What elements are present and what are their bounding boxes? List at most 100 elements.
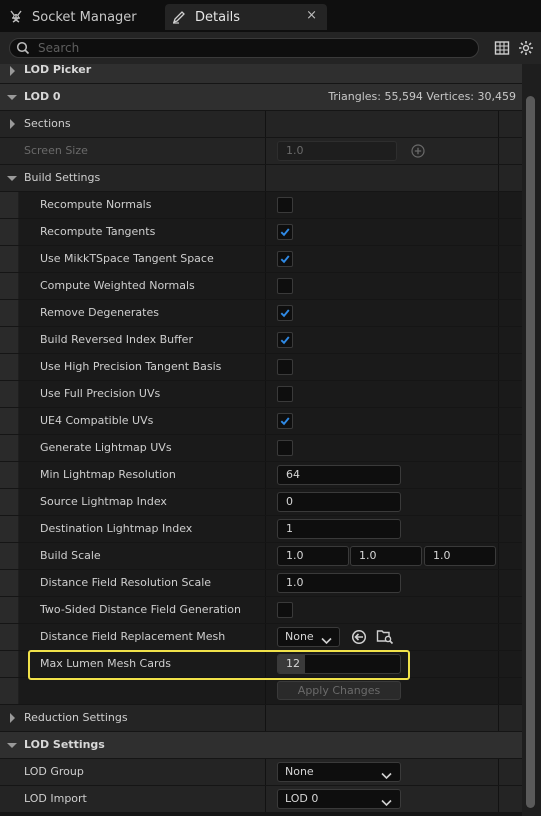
row-two-sided-df: Two-Sided Distance Field Generation bbox=[0, 597, 522, 624]
apply-changes-button[interactable]: Apply Changes bbox=[277, 681, 401, 700]
browse-asset-icon[interactable] bbox=[376, 628, 394, 648]
checkbox[interactable] bbox=[277, 251, 293, 267]
row-label: Generate Lightmap UVs bbox=[40, 441, 172, 454]
pencil-icon bbox=[171, 9, 187, 25]
row-label: Destination Lightmap Index bbox=[40, 522, 193, 535]
row-label: Use High Precision Tangent Basis bbox=[40, 360, 222, 373]
tab-label: Socket Manager bbox=[32, 9, 137, 25]
row-label: LOD Group bbox=[24, 765, 84, 778]
tab-details[interactable]: Details × bbox=[165, 4, 327, 30]
row-df-replacement-mesh: Distance Field Replacement Mesh None bbox=[0, 624, 522, 651]
category-lod-picker[interactable]: LOD Picker bbox=[0, 64, 522, 84]
expand-arrow-icon[interactable] bbox=[10, 66, 15, 76]
row-recompute-tangents: Recompute Tangents bbox=[0, 219, 522, 246]
row-screen-size: Screen Size 1.0 bbox=[0, 138, 522, 165]
dropdown-value: None bbox=[285, 630, 314, 643]
build-scale-z-field[interactable]: 1.0 bbox=[424, 546, 496, 566]
tab-socket-manager[interactable]: Socket Manager bbox=[4, 4, 166, 30]
row-label: Use Full Precision UVs bbox=[40, 387, 161, 400]
dropdown-value: None bbox=[285, 765, 314, 778]
collapse-arrow-icon[interactable] bbox=[7, 95, 17, 100]
row-weighted-normals: Compute Weighted Normals bbox=[0, 273, 522, 300]
search-icon bbox=[16, 41, 30, 58]
row-label: Distance Field Resolution Scale bbox=[40, 576, 212, 589]
expand-arrow-icon[interactable] bbox=[10, 713, 15, 723]
row-label: Distance Field Replacement Mesh bbox=[40, 630, 226, 643]
search-placeholder: Search bbox=[38, 41, 80, 55]
category-lod-settings[interactable]: LOD Settings bbox=[0, 732, 522, 759]
settings-gear-icon[interactable] bbox=[518, 40, 534, 59]
row-label: Source Lightmap Index bbox=[40, 495, 167, 508]
row-dest-lightmap-index: Destination Lightmap Index 1 bbox=[0, 516, 522, 543]
checkbox[interactable] bbox=[277, 278, 293, 294]
tab-bar: Socket Manager Details × bbox=[0, 0, 541, 32]
row-label: UE4 Compatible UVs bbox=[40, 414, 154, 427]
row-remove-degenerates: Remove Degenerates bbox=[0, 300, 522, 327]
lod-import-dropdown[interactable]: LOD 0 bbox=[277, 789, 401, 809]
row-source-lightmap-index: Source Lightmap Index 0 bbox=[0, 489, 522, 516]
row-label: Compute Weighted Normals bbox=[40, 279, 195, 292]
tab-label: Details bbox=[195, 9, 241, 25]
row-label: Recompute Tangents bbox=[40, 225, 156, 238]
row-label: Remove Degenerates bbox=[40, 306, 159, 319]
chevron-down-icon bbox=[381, 768, 392, 786]
row-lod-import: LOD Import LOD 0 bbox=[0, 786, 522, 813]
add-circle-icon[interactable] bbox=[411, 144, 425, 161]
row-label: Reduction Settings bbox=[24, 711, 128, 724]
number-field[interactable]: 0 bbox=[277, 492, 401, 512]
row-label: Build Scale bbox=[40, 549, 101, 562]
checkbox[interactable] bbox=[277, 197, 293, 213]
scrollbar-thumb[interactable] bbox=[526, 96, 535, 808]
number-field[interactable]: 1.0 bbox=[277, 573, 401, 593]
use-selected-asset-icon[interactable] bbox=[351, 629, 367, 648]
checkbox[interactable] bbox=[277, 440, 293, 456]
checkbox[interactable] bbox=[277, 305, 293, 321]
checkbox[interactable] bbox=[277, 359, 293, 375]
collapse-arrow-icon[interactable] bbox=[7, 743, 17, 748]
expand-arrow-icon[interactable] bbox=[10, 119, 15, 129]
row-label: Min Lightmap Resolution bbox=[40, 468, 176, 481]
category-label: LOD Settings bbox=[24, 738, 105, 751]
row-label: Build Reversed Index Buffer bbox=[40, 333, 193, 346]
row-df-res-scale: Distance Field Resolution Scale 1.0 bbox=[0, 570, 522, 597]
category-label: LOD Picker bbox=[24, 64, 92, 76]
row-label: LOD Import bbox=[24, 792, 87, 805]
build-scale-y-field[interactable]: 1.0 bbox=[350, 546, 422, 566]
category-reduction-settings[interactable]: Reduction Settings bbox=[0, 705, 522, 732]
checkbox[interactable] bbox=[277, 602, 293, 618]
chevron-down-icon bbox=[381, 795, 392, 813]
number-field[interactable]: 1 bbox=[277, 519, 401, 539]
row-apply-changes: Apply Changes bbox=[0, 678, 522, 705]
number-field[interactable]: 64 bbox=[277, 465, 401, 485]
checkbox[interactable] bbox=[277, 413, 293, 429]
row-label: Sections bbox=[24, 117, 71, 130]
search-row: Search bbox=[0, 32, 541, 64]
row-label: Two-Sided Distance Field Generation bbox=[40, 603, 241, 616]
checkbox[interactable] bbox=[277, 224, 293, 240]
replacement-mesh-dropdown[interactable]: None bbox=[277, 627, 340, 647]
row-gen-lightmap-uvs: Generate Lightmap UVs bbox=[0, 435, 522, 462]
row-label: Build Settings bbox=[24, 171, 101, 184]
checkbox[interactable] bbox=[277, 386, 293, 402]
category-build-settings[interactable]: Build Settings bbox=[0, 165, 522, 192]
row-full-precision-uvs: Use Full Precision UVs bbox=[0, 381, 522, 408]
row-label: Use MikkTSpace Tangent Space bbox=[40, 252, 214, 265]
close-icon[interactable]: × bbox=[306, 8, 317, 23]
search-input[interactable]: Search bbox=[9, 38, 479, 58]
chevron-down-icon bbox=[321, 633, 332, 651]
lod-group-dropdown[interactable]: None bbox=[277, 762, 401, 782]
category-lod-0[interactable]: LOD 0 Triangles: 55,594 Vertices: 30,459 bbox=[0, 84, 522, 111]
grid-view-icon[interactable] bbox=[494, 40, 510, 59]
row-lod-group: LOD Group None bbox=[0, 759, 522, 786]
row-mikkt: Use MikkTSpace Tangent Space bbox=[0, 246, 522, 273]
build-scale-x-field[interactable]: 1.0 bbox=[277, 546, 349, 566]
dropdown-value: LOD 0 bbox=[285, 792, 319, 805]
row-reversed-index: Build Reversed Index Buffer bbox=[0, 327, 522, 354]
collapse-arrow-icon[interactable] bbox=[7, 176, 17, 181]
row-min-lightmap-res: Min Lightmap Resolution 64 bbox=[0, 462, 522, 489]
row-ue4-uvs: UE4 Compatible UVs bbox=[0, 408, 522, 435]
checkbox[interactable] bbox=[277, 332, 293, 348]
category-sections[interactable]: Sections bbox=[0, 111, 522, 138]
row-label: Screen Size bbox=[24, 144, 88, 157]
socket-icon bbox=[8, 9, 24, 25]
